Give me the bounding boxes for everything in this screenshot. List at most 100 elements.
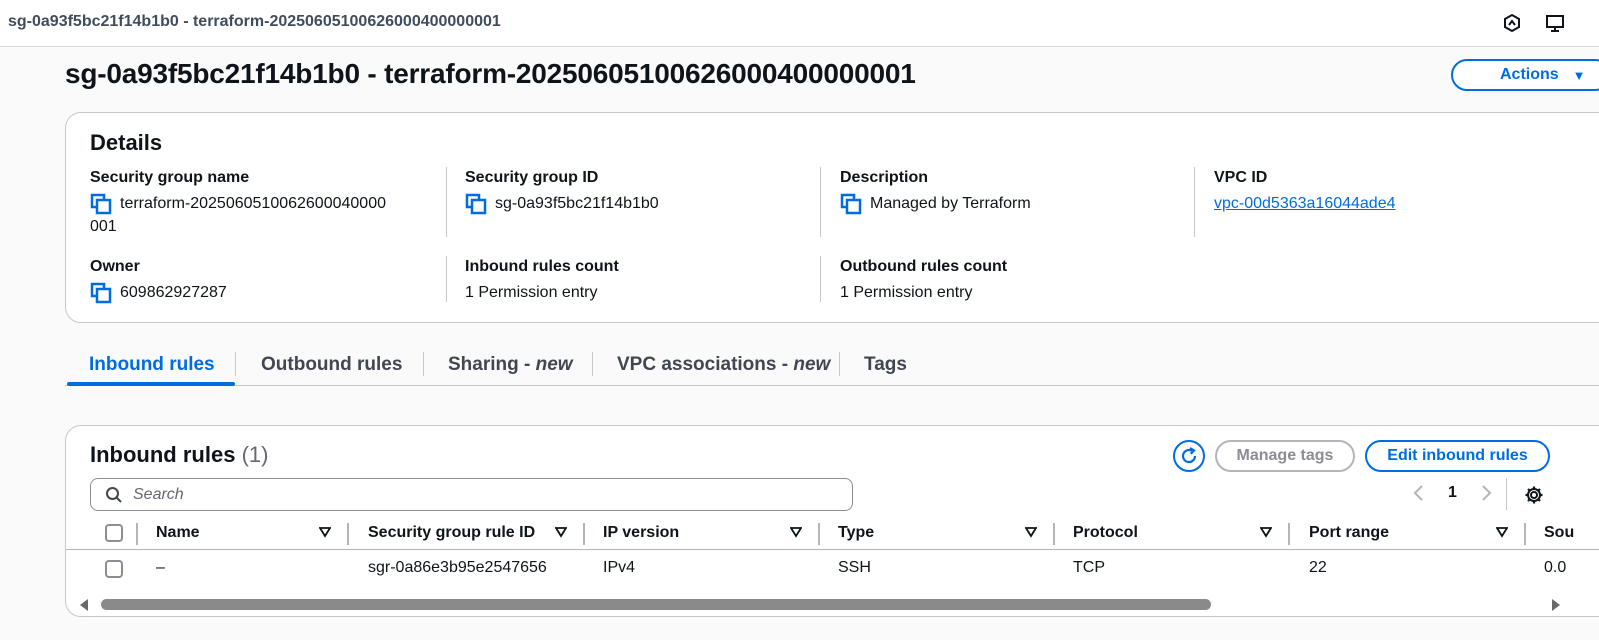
tab-inbound-rules[interactable]: Inbound rules — [89, 354, 215, 376]
security-group-id-value: sg-0a93f5bc21f14b1b0 — [495, 195, 659, 212]
tab-separator — [839, 352, 840, 376]
divider — [820, 167, 821, 237]
column-separator[interactable] — [347, 523, 349, 545]
details-panel: Details Security group name terraform-20… — [65, 112, 1599, 323]
settings-gear-icon[interactable] — [1524, 485, 1544, 505]
vpc-id-link[interactable]: vpc-00d5363a16044ade4 — [1214, 192, 1396, 215]
owner-value: 609862927287 — [120, 284, 227, 301]
owner-field: Owner 609862927287 — [90, 258, 227, 304]
horizontal-scrollbar[interactable] — [66, 596, 1599, 612]
refresh-icon — [1181, 447, 1197, 464]
security-group-name-field: Security group name terraform-2025060510… — [90, 169, 430, 238]
cell-port-range: 22 — [1309, 559, 1327, 576]
owner-label: Owner — [90, 258, 140, 275]
divider — [446, 256, 447, 302]
pager-separator — [1506, 478, 1507, 510]
window-title: sg-0a93f5bc21f14b1b0 - terraform-2025060… — [8, 13, 501, 30]
tab-separator — [235, 352, 236, 376]
actions-label: Actions — [1500, 66, 1559, 83]
cell-ip-version: IPv4 — [603, 559, 636, 576]
column-separator[interactable] — [583, 523, 585, 545]
security-group-name-value: terraform-2025060510062600040000 — [120, 195, 386, 212]
sort-icon[interactable] — [1025, 526, 1037, 538]
column-header-ip-version[interactable]: IP version — [603, 524, 679, 542]
scroll-left-icon[interactable] — [78, 598, 90, 612]
security-group-id-field: Security group ID sg-0a93f5bc21f14b1b0 — [465, 169, 659, 215]
search-input[interactable] — [133, 485, 733, 504]
copy-icon[interactable] — [465, 193, 487, 215]
tab-sharing[interactable]: Sharing - new — [448, 354, 573, 376]
security-group-name-value-continued: 001 — [90, 218, 117, 235]
column-separator[interactable] — [1288, 523, 1290, 545]
rules-title: Inbound rules — [90, 442, 236, 467]
sort-icon[interactable] — [555, 526, 567, 538]
select-all-checkbox[interactable] — [105, 524, 123, 542]
copy-icon[interactable] — [840, 193, 862, 215]
page-title: sg-0a93f5bc21f14b1b0 - terraform-2025060… — [65, 58, 916, 89]
security-group-id-label: Security group ID — [465, 169, 599, 186]
column-header-type[interactable]: Type — [838, 524, 874, 542]
divider — [820, 256, 821, 302]
tab-bar: Inbound rules Outbound rules Sharing - n… — [65, 344, 1599, 386]
tab-separator — [423, 352, 424, 376]
vpc-id-field: VPC ID vpc-00d5363a16044ade4 — [1214, 169, 1396, 215]
screen-share-icon[interactable] — [1545, 13, 1565, 33]
edit-inbound-rules-button[interactable]: Edit inbound rules — [1365, 440, 1550, 472]
inbound-count-field: Inbound rules count 1 Permission entry — [465, 258, 619, 304]
tab-outbound-rules[interactable]: Outbound rules — [261, 354, 402, 376]
table-row[interactable]: – sgr-0a86e3b95e2547656 IPv4 SSH TCP 22 … — [66, 551, 1599, 585]
refresh-button[interactable] — [1173, 440, 1205, 472]
tab-tags[interactable]: Tags — [864, 354, 907, 376]
column-separator[interactable] — [818, 523, 820, 545]
cell-rule-id: sgr-0a86e3b95e2547656 — [368, 559, 547, 576]
inbound-count-label: Inbound rules count — [465, 258, 619, 275]
cell-source: 0.0 — [1544, 559, 1567, 576]
description-label: Description — [840, 169, 929, 186]
actions-button[interactable]: Actions ▼ — [1451, 59, 1599, 91]
page-number[interactable]: 1 — [1448, 484, 1457, 502]
chevron-right-icon[interactable] — [1479, 484, 1493, 502]
caret-down-icon: ▼ — [1572, 67, 1586, 83]
divider — [1194, 167, 1195, 237]
column-header-protocol[interactable]: Protocol — [1073, 524, 1138, 542]
manage-tags-button[interactable]: Manage tags — [1215, 440, 1355, 472]
search-box[interactable] — [90, 478, 853, 511]
tab-separator — [592, 352, 593, 376]
cell-type: SSH — [838, 559, 871, 576]
scroll-right-icon[interactable] — [1550, 598, 1562, 612]
outbound-count-field: Outbound rules count 1 Permission entry — [840, 258, 1007, 304]
rules-heading: Inbound rules (1) — [90, 442, 268, 468]
column-separator[interactable] — [1053, 523, 1055, 545]
cell-protocol: TCP — [1073, 559, 1105, 576]
column-separator[interactable] — [136, 523, 138, 545]
outbound-count-value: 1 Permission entry — [840, 284, 973, 301]
column-header-name[interactable]: Name — [156, 524, 200, 542]
security-group-name-label: Security group name — [90, 169, 250, 186]
outbound-count-label: Outbound rules count — [840, 258, 1008, 275]
column-header-port-range[interactable]: Port range — [1309, 524, 1389, 542]
details-heading: Details — [90, 130, 163, 155]
description-value: Managed by Terraform — [870, 195, 1031, 212]
column-header-rule-id[interactable]: Security group rule ID — [368, 524, 535, 542]
row-checkbox[interactable] — [105, 560, 123, 578]
description-field: Description Managed by Terraform — [840, 169, 1031, 215]
sort-icon[interactable] — [1260, 526, 1272, 538]
vpc-id-label: VPC ID — [1214, 169, 1268, 186]
sort-icon[interactable] — [1496, 526, 1508, 538]
tab-vpc-associations[interactable]: VPC associations - new — [617, 354, 830, 376]
table-header: Name Security group rule ID IP version T… — [66, 517, 1599, 550]
copy-icon[interactable] — [90, 282, 112, 304]
sort-icon[interactable] — [790, 526, 802, 538]
sort-icon[interactable] — [319, 526, 331, 538]
scrollbar-thumb[interactable] — [101, 599, 1211, 610]
active-tab-indicator — [67, 382, 235, 386]
divider — [446, 167, 447, 237]
extension-icon[interactable] — [1502, 13, 1522, 33]
chevron-left-icon[interactable] — [1412, 484, 1426, 502]
inbound-count-value: 1 Permission entry — [465, 284, 598, 301]
browser-top-bar: sg-0a93f5bc21f14b1b0 - terraform-2025060… — [0, 0, 1599, 47]
copy-icon[interactable] — [90, 193, 112, 215]
column-header-source[interactable]: Sou — [1544, 524, 1574, 542]
cell-name: – — [156, 559, 165, 576]
column-separator[interactable] — [1524, 523, 1526, 545]
